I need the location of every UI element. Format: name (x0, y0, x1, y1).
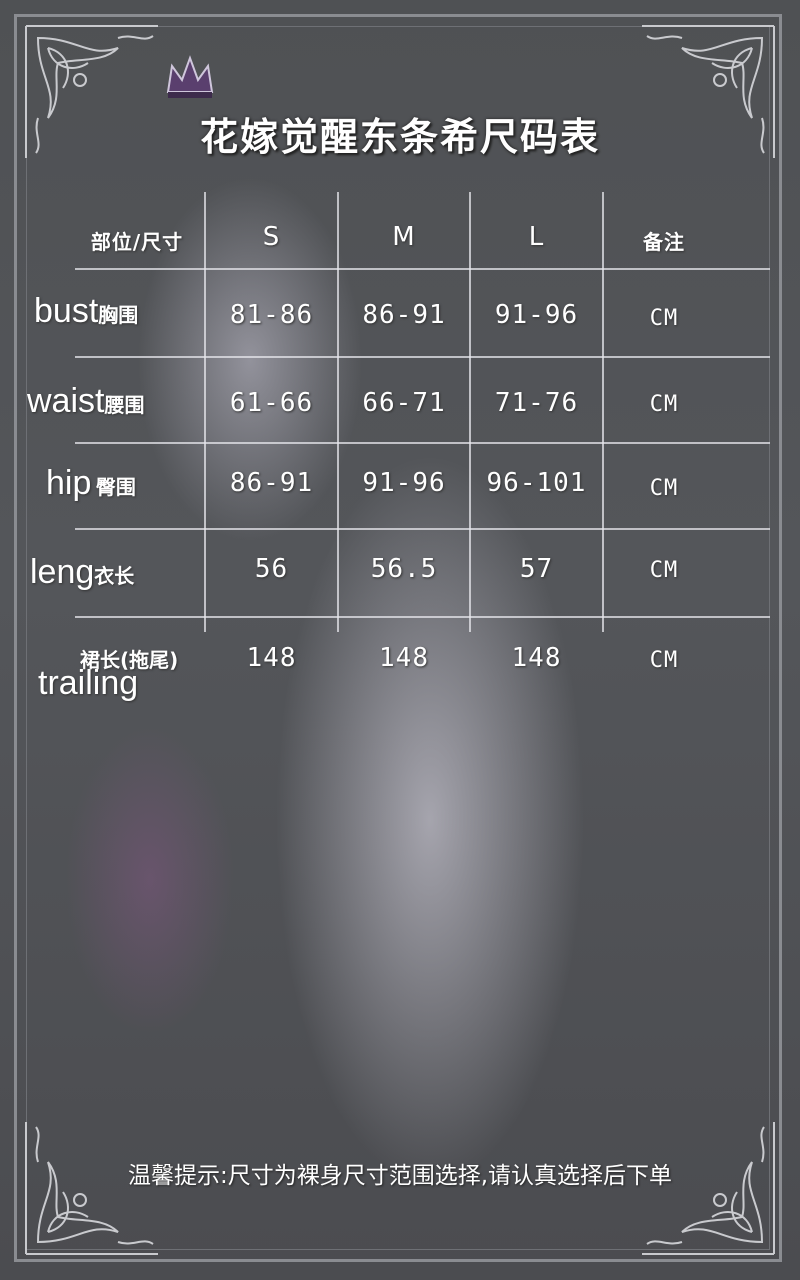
table-cell: 66-71 (362, 388, 446, 418)
notes-header: 备注 (643, 230, 685, 254)
footer-note: 温馨提示:尺寸为裸身尺寸范围选择,请认真选择后下单 (127, 1163, 673, 1189)
size-header-m: M (392, 222, 416, 252)
table-cell: 71-76 (494, 388, 579, 418)
size-header-s: S (262, 222, 281, 252)
table-cell: 57 (519, 554, 554, 584)
table-divider (75, 616, 770, 618)
table-divider (75, 268, 770, 270)
table-cell: 61-66 (229, 388, 314, 418)
table-cell: 91-96 (362, 468, 446, 498)
table-divider (75, 356, 770, 358)
table-cell: 81-86 (229, 300, 314, 330)
table-divider (75, 442, 770, 444)
table-cell: 148 (246, 643, 297, 673)
table-cell: 56 (254, 554, 289, 584)
table-cell: 91-96 (494, 300, 579, 330)
page-title: 花嫁觉醒东条希尺码表 (199, 115, 600, 159)
table-cell-unit: CM (649, 648, 679, 673)
table-cell: 86-91 (362, 300, 446, 330)
table-cell-unit: CM (649, 558, 679, 583)
row-label-waist: waist腰围 (27, 382, 144, 421)
row-label-leng: leng衣长 (30, 553, 134, 592)
row-label-zh: 腰围 (104, 393, 145, 417)
table-divider (75, 528, 770, 530)
crown-icon (160, 48, 220, 108)
row-label-hip: hip 臀围 (46, 464, 136, 503)
table-cell: 56.5 (370, 554, 438, 584)
table-cell: 148 (379, 643, 429, 673)
corner-header: 部位/尺寸 (90, 230, 184, 254)
row-label-en: trailing (38, 664, 139, 702)
row-label-trailing-en: trailing (38, 664, 138, 703)
table-cell-unit: CM (649, 392, 679, 417)
row-label-zh: 胸围 (98, 303, 139, 327)
table-cell: 86-91 (229, 468, 314, 498)
table-cell-unit: CM (649, 476, 679, 501)
row-label-en: hip (46, 464, 92, 502)
row-label-bust: bust胸围 (34, 292, 138, 331)
size-header-l: L (528, 222, 545, 252)
row-label-en: leng (30, 553, 95, 591)
table-cell-unit: CM (649, 306, 679, 331)
inner-frame (26, 26, 770, 1250)
row-label-zh: 衣长 (94, 564, 135, 588)
table-cell: 148 (511, 643, 562, 673)
row-label-zh: 臀围 (95, 475, 136, 499)
row-label-en: waist (27, 382, 105, 420)
table-cell: 96-101 (486, 468, 587, 498)
row-label-en: bust (34, 292, 99, 330)
